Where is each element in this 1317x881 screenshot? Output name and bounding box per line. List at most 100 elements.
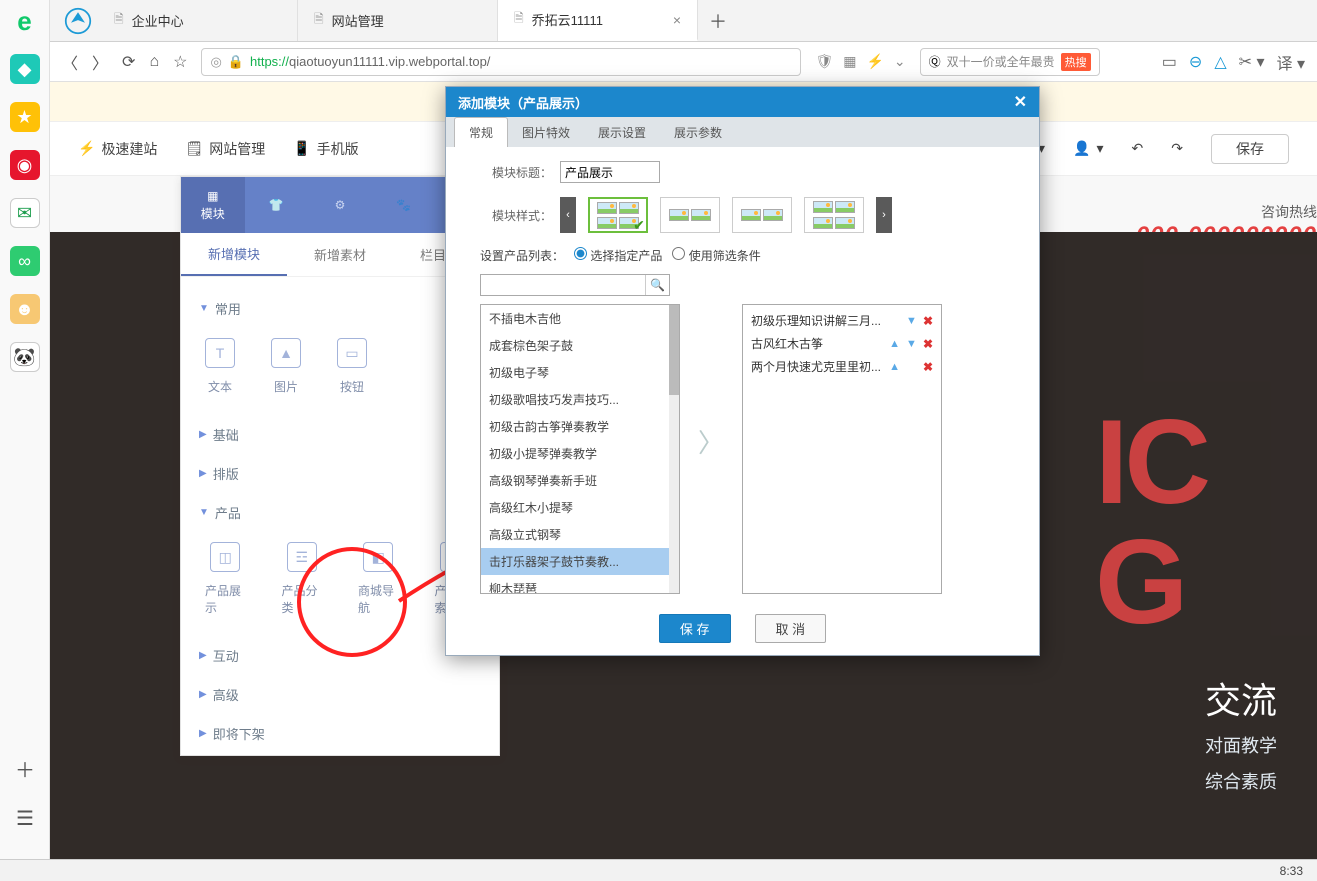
- product-search-input[interactable]: [481, 275, 645, 295]
- save-button[interactable]: 保存: [1211, 134, 1289, 164]
- panda-icon[interactable]: 🐼: [10, 342, 40, 372]
- bolt-icon[interactable]: ⚡: [866, 53, 883, 70]
- section-interact[interactable]: ▶互动: [199, 636, 481, 675]
- section-product[interactable]: ▼产品: [199, 493, 481, 532]
- remove-item-icon[interactable]: ✖: [923, 314, 933, 328]
- tool-redo[interactable]: ↷: [1171, 140, 1183, 157]
- module-item-image[interactable]: ▲图片: [271, 338, 301, 395]
- browser-tab-1[interactable]: 🗎 网站管理: [298, 0, 498, 41]
- selected-item[interactable]: 初级乐理知识讲解三月...▲▼✖: [743, 309, 941, 332]
- tool-fastbuild[interactable]: ⚡极速建站: [78, 139, 157, 159]
- available-item[interactable]: 初级古韵古筝弹奏教学: [481, 413, 679, 440]
- new-tab-button[interactable]: ＋: [698, 8, 738, 34]
- reader-icon[interactable]: ▭: [1162, 52, 1177, 72]
- tab-close-icon[interactable]: ×: [673, 12, 681, 28]
- dialog-tab-general[interactable]: 常规: [454, 117, 508, 147]
- blocker-icon[interactable]: 🛡: [815, 53, 833, 70]
- module-item-button[interactable]: ▭按钮: [337, 338, 367, 395]
- favorites-icon[interactable]: ★: [10, 102, 40, 132]
- search-icon[interactable]: 🔍: [645, 275, 669, 295]
- module-top-tab-2[interactable]: ⚙: [308, 177, 372, 233]
- style-option-3[interactable]: [804, 197, 864, 233]
- paper-plane-icon[interactable]: [58, 1, 98, 41]
- chevron-down-icon[interactable]: ⌄: [894, 53, 906, 70]
- browser-logo-icon[interactable]: e: [10, 6, 40, 36]
- module-top-tab-modules[interactable]: ▦ 模块: [181, 177, 245, 233]
- style-option-0[interactable]: [588, 197, 648, 233]
- dialog-tab-display-params[interactable]: 展示参数: [660, 118, 736, 147]
- available-item[interactable]: 高级立式钢琴: [481, 521, 679, 548]
- style-next-button[interactable]: ›: [876, 197, 892, 233]
- tool-undo[interactable]: ↶: [1132, 140, 1144, 157]
- dialog-save-button[interactable]: 保 存: [659, 614, 731, 643]
- dialog-cancel-button[interactable]: 取 消: [755, 614, 827, 643]
- remove-item-icon[interactable]: ✖: [923, 337, 933, 351]
- style-option-2[interactable]: [732, 197, 792, 233]
- nav-forward-icon[interactable]: 〉: [92, 50, 108, 74]
- nav-reload-icon[interactable]: ⟳: [122, 52, 135, 72]
- available-item[interactable]: 不插电木吉他: [481, 305, 679, 332]
- available-item[interactable]: 高级红木小提琴: [481, 494, 679, 521]
- adblock-icon[interactable]: ⊖: [1189, 52, 1202, 72]
- available-item[interactable]: 高级钢琴弹奏新手班: [481, 467, 679, 494]
- selected-products-list[interactable]: 初级乐理知识讲解三月...▲▼✖古风红木古筝▲▼✖两个月快速尤克里里初...▲▼…: [742, 304, 942, 594]
- available-item[interactable]: 初级电子琴: [481, 359, 679, 386]
- module-top-tab-1[interactable]: 👕: [245, 177, 309, 233]
- move-up-icon[interactable]: ▲: [889, 361, 900, 373]
- module-title-input[interactable]: [560, 161, 660, 183]
- subtab-new-module[interactable]: 新增模块: [181, 233, 287, 276]
- section-advanced[interactable]: ▶高级: [199, 675, 481, 714]
- shortcut-icon-1[interactable]: ◆: [10, 54, 40, 84]
- qr-icon[interactable]: ▦: [843, 53, 856, 70]
- move-down-icon[interactable]: ▼: [906, 338, 917, 350]
- remove-item-icon[interactable]: ✖: [923, 360, 933, 374]
- available-item[interactable]: 初级歌唱技巧发声技巧...: [481, 386, 679, 413]
- radio-filter[interactable]: 使用筛选条件: [672, 247, 760, 264]
- move-down-icon[interactable]: ▼: [906, 315, 917, 327]
- available-products-list[interactable]: 不插电木吉他成套棕色架子鼓初级电子琴初级歌唱技巧发声技巧...初级古韵古筝弹奏教…: [480, 304, 680, 594]
- emoji-icon[interactable]: ☻: [10, 294, 40, 324]
- section-soon-off[interactable]: ▶即将下架: [199, 714, 481, 753]
- module-top-tab-3[interactable]: 🐾: [372, 177, 436, 233]
- tool-user[interactable]: 👤▾: [1073, 140, 1103, 157]
- dialog-tab-image-effect[interactable]: 图片特效: [508, 118, 584, 147]
- tool-mobile[interactable]: 📱手机版: [293, 139, 358, 159]
- available-item[interactable]: 成套棕色架子鼓: [481, 332, 679, 359]
- nav-home-icon[interactable]: ⌂: [149, 53, 159, 71]
- omni-search[interactable]: Ⓠ 双十一价或全年最贵 热搜: [920, 48, 1100, 76]
- browser-tab-2[interactable]: 🗎 乔拓云11111 ×: [498, 0, 698, 41]
- translate-icon[interactable]: 译 ▾: [1277, 50, 1305, 74]
- module-item-product-show[interactable]: ◫产品展示: [205, 542, 246, 616]
- cloud-tool-icon[interactable]: △: [1214, 52, 1226, 72]
- module-item-text[interactable]: T文本: [205, 338, 235, 395]
- scissors-icon[interactable]: ✂ ▾: [1239, 52, 1265, 72]
- tool-manage[interactable]: 🗒网站管理: [185, 139, 265, 159]
- radio-specific[interactable]: 选择指定产品: [574, 247, 662, 264]
- style-prev-button[interactable]: ‹: [560, 197, 576, 233]
- add-shortcut-icon[interactable]: ＋: [0, 754, 50, 783]
- dialog-tab-display-settings[interactable]: 展示设置: [584, 118, 660, 147]
- subtab-new-asset[interactable]: 新增素材: [287, 233, 393, 276]
- selected-item[interactable]: 古风红木古筝▲▼✖: [743, 332, 941, 355]
- weibo-icon[interactable]: ◉: [10, 150, 40, 180]
- nav-back-icon[interactable]: 〈: [62, 50, 78, 74]
- url-input[interactable]: ◎ 🔒 https://qiaotuoyun11111.vip.webporta…: [201, 48, 801, 76]
- module-item-mall-nav[interactable]: ◧商城导航: [358, 542, 399, 616]
- nav-star-icon[interactable]: ☆: [173, 52, 187, 72]
- move-up-icon[interactable]: ▲: [889, 338, 900, 350]
- selected-item[interactable]: 两个月快速尤克里里初...▲▼✖: [743, 355, 941, 378]
- section-common[interactable]: ▼常用: [199, 289, 481, 328]
- browser-tab-0[interactable]: 🗎 企业中心: [98, 0, 298, 41]
- cloud-icon[interactable]: ∞: [10, 246, 40, 276]
- move-right-button[interactable]: 〉: [700, 424, 722, 458]
- section-basic[interactable]: ▶基础: [199, 415, 481, 454]
- available-item[interactable]: 柳木琵琶: [481, 575, 679, 594]
- available-item[interactable]: 初级小提琴弹奏教学: [481, 440, 679, 467]
- module-item-product-cat[interactable]: ☲产品分类: [282, 542, 323, 616]
- sidebar-menu-icon[interactable]: ☰: [0, 806, 50, 831]
- mail-icon[interactable]: ✉: [10, 198, 40, 228]
- section-layout[interactable]: ▶排版: [199, 454, 481, 493]
- style-option-1[interactable]: [660, 197, 720, 233]
- dialog-close-button[interactable]: ✕: [1014, 92, 1027, 112]
- available-item[interactable]: 击打乐器架子鼓节奏教...: [481, 548, 679, 575]
